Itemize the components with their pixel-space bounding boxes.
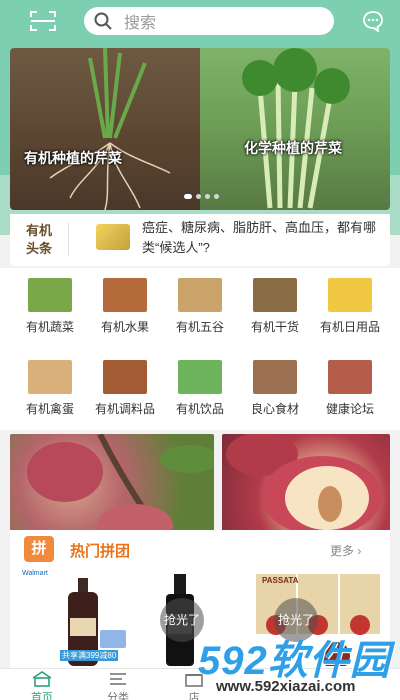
category-organic-dry-goods[interactable]: 有机干货 bbox=[237, 278, 313, 335]
group-buy-badge: 拼 bbox=[24, 536, 54, 562]
category-image bbox=[328, 278, 372, 312]
product-promo-tag: 共享满399减80 bbox=[60, 650, 119, 661]
headline-label: 有机 头条 bbox=[26, 222, 62, 258]
top-bar: 搜索 bbox=[0, 0, 400, 44]
carousel-dot bbox=[214, 194, 219, 199]
carousel-dot-active bbox=[184, 194, 192, 199]
category-label: 健康论坛 bbox=[325, 402, 374, 416]
category-label: 有机调料品 bbox=[94, 402, 155, 416]
category-image bbox=[328, 360, 372, 394]
category-image bbox=[103, 278, 147, 312]
banner-chemical-celery-image: 化学种植的芹菜 bbox=[200, 48, 390, 210]
category-label: 有机水果 bbox=[100, 320, 149, 334]
group-buy-title: 热门拼团 bbox=[70, 543, 131, 560]
product-card-wine[interactable]: Walmart 共享满399减80 bbox=[20, 570, 130, 668]
category-image bbox=[178, 278, 222, 312]
category-health-forum[interactable]: 健康论坛 bbox=[312, 360, 388, 417]
category-conscience-ingredients[interactable]: 良心食材 bbox=[237, 360, 313, 417]
search-icon bbox=[94, 12, 112, 30]
promo-peach-tree-image[interactable] bbox=[10, 432, 220, 548]
search-input[interactable]: 搜索 bbox=[84, 7, 334, 35]
watermark-url: www.592xiazai.com bbox=[216, 678, 356, 695]
carousel-indicator bbox=[184, 194, 219, 199]
category-organic-daily-goods[interactable]: 有机日用品 bbox=[312, 278, 388, 335]
category-organic-seasonings[interactable]: 有机调料品 bbox=[87, 360, 163, 417]
category-grid: 有机蔬菜 有机水果 有机五谷 有机干货 有机日用品 有机禽蛋 有机调料品 有机饮… bbox=[0, 268, 400, 430]
tab-home[interactable]: 首页 bbox=[12, 669, 72, 700]
banner-left-caption: 有机种植的芹菜 bbox=[24, 150, 122, 166]
headline-thumbnail bbox=[96, 224, 130, 250]
category-organic-grains[interactable]: 有机五谷 bbox=[162, 278, 238, 335]
search-placeholder: 搜索 bbox=[124, 15, 157, 32]
banner-organic-celery-image: 有机种植的芹菜 bbox=[10, 48, 200, 210]
category-label: 有机日用品 bbox=[319, 320, 380, 334]
category-label: 有机干货 bbox=[250, 320, 299, 334]
tab-category[interactable]: 分类 bbox=[88, 669, 148, 700]
site-watermark: 592软件园 www.592xiazai.com bbox=[198, 628, 398, 698]
category-image bbox=[253, 360, 297, 394]
category-organic-drinks[interactable]: 有机饮品 bbox=[162, 360, 238, 417]
headline-label-line1: 有机 bbox=[26, 223, 53, 238]
more-label: 更多 bbox=[330, 544, 355, 558]
category-label: 有机蔬菜 bbox=[25, 320, 74, 334]
group-buy-more-link[interactable]: 更多 › bbox=[330, 542, 361, 559]
carousel-dot bbox=[205, 194, 210, 199]
product-brand: Walmart bbox=[22, 570, 48, 577]
tab-label: 分类 bbox=[107, 692, 129, 700]
scan-icon[interactable] bbox=[30, 10, 56, 32]
category-image bbox=[103, 360, 147, 394]
category-organic-poultry-eggs[interactable]: 有机禽蛋 bbox=[12, 360, 88, 417]
home-icon bbox=[32, 671, 52, 687]
banner-right-caption: 化学种植的芹菜 bbox=[244, 140, 342, 156]
category-label: 有机饮品 bbox=[175, 402, 224, 416]
category-organic-vegetables[interactable]: 有机蔬菜 bbox=[12, 278, 88, 335]
tab-label: 首页 bbox=[31, 692, 53, 700]
carousel-dot bbox=[196, 194, 201, 199]
category-label: 有机禽蛋 bbox=[25, 402, 74, 416]
message-icon[interactable] bbox=[362, 10, 384, 32]
product-brand: PASSATA bbox=[262, 576, 299, 585]
headline-news[interactable]: 有机 头条 癌症、糖尿病、脂肪肝、高血压，都有哪类“候选人”? bbox=[10, 214, 390, 266]
divider bbox=[68, 222, 69, 256]
promo-peach-cut-image[interactable] bbox=[222, 432, 390, 536]
chevron-right-icon: › bbox=[357, 544, 362, 558]
category-image bbox=[253, 278, 297, 312]
category-icon bbox=[110, 673, 126, 685]
headline-label-line2: 头条 bbox=[26, 241, 53, 256]
category-label: 良心食材 bbox=[250, 402, 299, 416]
category-label: 有机五谷 bbox=[175, 320, 224, 334]
category-image bbox=[178, 360, 222, 394]
category-image bbox=[28, 360, 72, 394]
headline-text[interactable]: 癌症、糖尿病、脂肪肝、高血压，都有哪类“候选人”? bbox=[142, 218, 382, 258]
category-image bbox=[28, 278, 72, 312]
banner-carousel[interactable]: 有机种植的芹菜 化学种植的芹菜 bbox=[10, 48, 390, 210]
category-organic-fruits[interactable]: 有机水果 bbox=[87, 278, 163, 335]
